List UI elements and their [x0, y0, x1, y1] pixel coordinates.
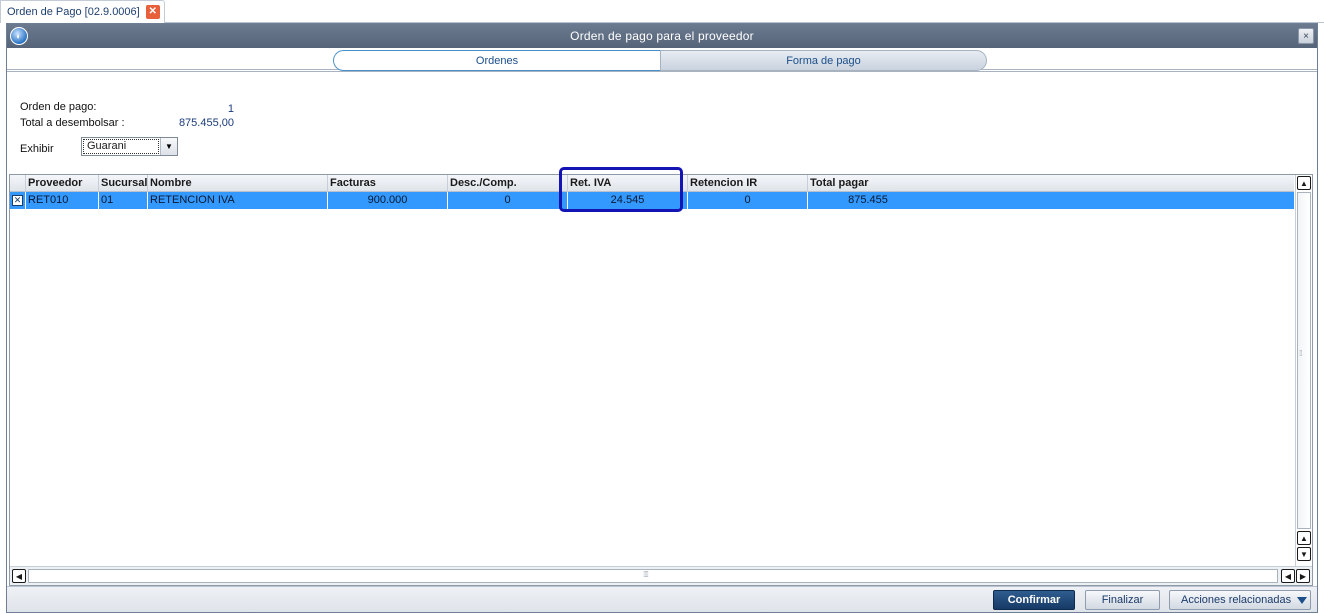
scroll-right-icon[interactable]: ▶: [1296, 569, 1310, 583]
dropdown-arrow-icon[interactable]: ▼: [160, 138, 177, 155]
folder-tabs: Ordenes Forma de pago: [7, 48, 1317, 72]
header-select-column: [10, 175, 26, 192]
ret-iva-highlight-box: [559, 167, 683, 212]
header-total-pagar[interactable]: Total pagar: [808, 175, 928, 192]
cell-total-pagar: 875.455: [848, 194, 888, 206]
document-tab[interactable]: Orden de Pago [02.9.0006] ✕: [0, 0, 165, 23]
header-facturas[interactable]: Facturas: [328, 175, 448, 192]
header-proveedor[interactable]: Proveedor: [26, 175, 99, 192]
app-logo-icon[interactable]: ◐: [10, 27, 28, 45]
exhibir-label: Exhibir: [20, 143, 54, 155]
caret-down-icon: [1297, 597, 1307, 604]
horizontal-scrollbar[interactable]: ◀ ⁞⁞⁞⁞ ◀ ▶: [10, 566, 1312, 585]
close-tab-icon[interactable]: ✕: [145, 5, 160, 19]
header-sucursal[interactable]: Sucursal: [99, 175, 148, 192]
scroll-left-icon[interactable]: ◀: [12, 569, 26, 583]
finish-button[interactable]: Finalizar: [1085, 590, 1160, 610]
header-desc-comp[interactable]: Desc./Comp.: [448, 175, 568, 192]
window-titlebar: ◐ Orden de pago para el proveedor ×: [7, 24, 1317, 48]
cell-desc-comp: 0: [448, 192, 568, 209]
horizontal-grip-icon: ⁞⁞⁞⁞: [643, 570, 649, 579]
payment-order-window: ◐ Orden de pago para el proveedor × Orde…: [6, 23, 1318, 613]
total-desembolsar-value: 875.455,00: [178, 117, 234, 129]
tab-ordenes[interactable]: Ordenes: [333, 50, 660, 71]
tab-forma-de-pago[interactable]: Forma de pago: [660, 50, 987, 71]
confirm-button[interactable]: Confirmar: [993, 590, 1075, 610]
window-title: Orden de pago para el proveedor: [570, 29, 754, 43]
currency-select-value: Guarani: [83, 139, 159, 154]
orders-grid: Proveedor Sucursal Nombre Facturas Desc.…: [9, 174, 1313, 586]
document-tab-label: Orden de Pago [02.9.0006]: [7, 6, 140, 18]
related-actions-label: Acciones relacionadas: [1181, 594, 1292, 606]
cell-facturas: 900.000: [328, 192, 448, 209]
scroll-down-icon[interactable]: ▼: [1297, 547, 1311, 561]
orden-pago-value: 1: [227, 103, 234, 115]
row-checkbox[interactable]: ✕: [12, 195, 23, 206]
currency-select[interactable]: Guarani ▼: [81, 137, 178, 156]
header-retencion-ir[interactable]: Retencion IR: [688, 175, 808, 192]
document-tab-strip: Orden de Pago [02.9.0006] ✕: [0, 0, 1324, 23]
scroll-left-icon-right[interactable]: ◀: [1281, 569, 1295, 583]
total-desembolsar-label: Total a desembolsar :: [20, 117, 125, 129]
orden-pago-label: Orden de pago:: [20, 101, 97, 113]
cell-nombre: RETENCION IVA: [148, 192, 328, 209]
horizontal-scroll-thumb[interactable]: [28, 569, 1278, 583]
cell-proveedor: RET010: [26, 192, 99, 209]
close-window-icon[interactable]: ×: [1298, 28, 1314, 44]
vertical-scroll-thumb[interactable]: [1297, 192, 1311, 529]
vertical-grip-icon: ⁞⁞: [1299, 349, 1303, 358]
cell-sucursal: 01: [99, 192, 148, 209]
vertical-scrollbar[interactable]: ▲ ⁞⁞ ▲ ▼: [1295, 175, 1312, 567]
row-select-cell[interactable]: ✕: [10, 192, 26, 209]
related-actions-button[interactable]: Acciones relacionadas: [1169, 590, 1311, 610]
scroll-up-icon[interactable]: ▲: [1297, 176, 1311, 190]
header-nombre[interactable]: Nombre: [148, 175, 328, 192]
cell-retencion-ir: 0: [688, 192, 808, 209]
scroll-up-icon-lower[interactable]: ▲: [1297, 531, 1311, 545]
footer-bar: Confirmar Finalizar Acciones relacionada…: [7, 586, 1317, 612]
